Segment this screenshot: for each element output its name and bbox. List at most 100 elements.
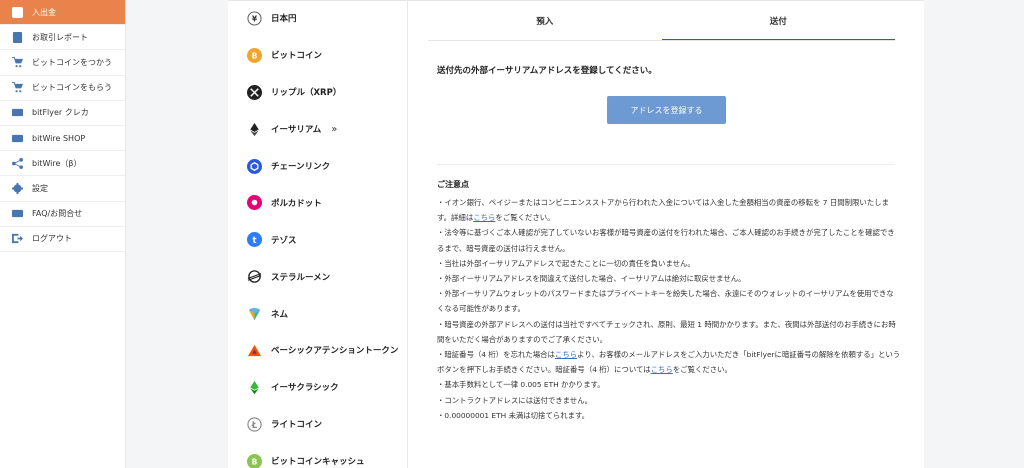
logout-icon <box>12 233 23 244</box>
currency-label: イーサクラシック <box>271 383 339 394</box>
currency-item-xrp[interactable]: リップル（XRP） <box>228 74 407 111</box>
notes-title: ご注意点 <box>437 180 469 189</box>
currency-item-xtz[interactable]: t テゾス <box>228 221 407 258</box>
tab-deposit[interactable]: 預入 <box>428 0 662 41</box>
currency-label: ネム <box>271 309 289 320</box>
sidebar-item-report[interactable]: お取引レポート <box>0 25 125 51</box>
note-line: ・法令等に基づくご本人確認が完了していないお客様が暗号資産の送付を行われた場合、… <box>437 228 895 253</box>
currency-item-jpy[interactable]: ¥ 日本円 <box>228 0 407 37</box>
note-line: ・外部イーサリアムウォレットのパスワードまたはプライベートキーを紛失した場合、永… <box>437 289 894 314</box>
sidebar-item-logout[interactable]: ログアウト <box>0 227 125 252</box>
currency-label: チェーンリンク <box>271 162 331 172</box>
sidebar-item-label: bitFlyer クレカ <box>32 108 89 118</box>
svg-text:t: t <box>252 235 256 245</box>
litecoin-icon: Ł <box>247 417 262 432</box>
cart-icon <box>12 56 23 68</box>
report-icon <box>12 31 23 43</box>
currency-label: ポルカドット <box>271 198 322 209</box>
sidebar-item-credit-card[interactable]: bitFlyer クレカ <box>0 101 125 126</box>
card-icon <box>12 107 23 118</box>
currency-label: ビットコイン <box>271 51 323 62</box>
currency-label: 日本円 <box>271 14 297 25</box>
sidebar-item-faq[interactable]: FAQ/お問合せ <box>0 202 125 227</box>
svg-text:B: B <box>252 457 258 466</box>
note-line: ・基本手数料として一律 0.005 ETH かかります。 <box>437 380 605 390</box>
yen-circle-icon: ¥ <box>247 11 262 26</box>
send-content: 預入 送付 送付先の外部イーサリアムアドレスを登録してください。 アドレスを登録… <box>408 0 924 468</box>
notes-list: ・イオン銀行、ペイジーまたはコンビニエンスストアから行われた入金については入金し… <box>437 195 901 423</box>
sidebar-item-label: お取引レポート <box>32 32 88 42</box>
currency-label: テゾス <box>271 235 297 246</box>
gear-icon <box>12 182 23 194</box>
selected-arrow-icon: » <box>331 123 338 135</box>
register-address-button[interactable]: アドレスを登録する <box>607 96 726 124</box>
currency-list: ¥ 日本円 B ビットコイン リップル（XRP） イーサリアム » チェーンリン… <box>228 0 407 468</box>
note-line: ・イオン銀行、ペイジーまたはコンビニエンスストアから行われた入金については入金し… <box>437 195 901 225</box>
currency-item-bat[interactable]: ベーシックアテンショントークン <box>228 332 407 369</box>
note-line: ・暗証番号（4 桁）を忘れた場合はこちらより、お客様のメールアドレスをご入力いた… <box>437 347 901 377</box>
note-line: ・0.00000001 ETH 未満は切捨てられます。 <box>437 410 590 420</box>
currency-label: イーサリアム <box>271 125 322 136</box>
currency-item-bch[interactable]: B ビットコインキャッシュ <box>228 443 407 468</box>
note-text: をご覧ください。 <box>495 213 555 223</box>
pin-info-link[interactable]: こちら <box>651 365 673 374</box>
svg-text:B: B <box>252 51 258 60</box>
share-icon <box>12 157 23 169</box>
bitcoin-cash-icon: B <box>247 453 262 468</box>
mail-icon <box>12 208 23 219</box>
note-line: ・当社は外部イーサリアムアドレスで起きたことに一切の責任を負いません。 <box>437 258 695 268</box>
currency-item-dot[interactable]: ポルカドット <box>228 184 407 221</box>
pin-reset-link[interactable]: こちら <box>555 350 577 359</box>
bat-icon <box>247 343 262 358</box>
currency-item-link[interactable]: チェーンリンク <box>228 148 407 185</box>
note-line: ・コントラクトアドレスには送付できません。 <box>437 395 592 405</box>
currency-item-xlm[interactable]: ステラルーメン <box>228 258 407 295</box>
nem-icon <box>247 306 262 321</box>
sidebar-item-use-bitcoin[interactable]: ビットコインをつかう <box>0 50 125 76</box>
xrp-icon <box>247 84 262 100</box>
sidebar-item-label: 入出金 <box>32 7 56 17</box>
note-text: ・暗証番号（4 桁）を忘れた場合は <box>437 350 555 360</box>
sidebar-item-label: ビットコインをつかう <box>32 57 112 67</box>
polkadot-icon <box>247 195 262 211</box>
sidebar-item-get-bitcoin[interactable]: ビットコインをもらう <box>0 76 125 101</box>
sidebar: 入出金 お取引レポート ビットコインをつかう ビットコインをもらう bitFly… <box>0 0 126 468</box>
currency-item-eth[interactable]: イーサリアム » <box>228 111 407 148</box>
sidebar-item-label: ビットコインをもらう <box>32 83 112 93</box>
shop-icon <box>12 133 23 144</box>
sidebar-item-settings[interactable]: 設定 <box>0 176 125 202</box>
main-panel: ¥ 日本円 B ビットコイン リップル（XRP） イーサリアム » チェーンリン… <box>228 0 924 468</box>
sidebar-item-label: 設定 <box>32 183 48 193</box>
sidebar-item-shop[interactable]: bitWire SHOP <box>0 126 125 152</box>
note-line: ・外部イーサリアムアドレスを間違えて送付した場合、イーサリアムは絶対に取戻せませ… <box>437 274 746 284</box>
ethereum-icon <box>247 122 262 137</box>
tab-bar: 預入 送付 <box>428 0 895 41</box>
sidebar-item-label: bitWire SHOP <box>32 133 86 143</box>
ethereum-classic-icon <box>247 380 262 395</box>
currency-item-xem[interactable]: ネム <box>228 295 407 332</box>
stellar-icon <box>247 269 262 284</box>
section-divider <box>437 164 895 165</box>
note-text: をご覧ください。 <box>672 365 732 375</box>
sidebar-item-label: ログアウト <box>32 234 72 244</box>
tab-send[interactable]: 送付 <box>661 0 896 41</box>
details-link[interactable]: こちら <box>473 213 495 222</box>
currency-label: ベーシックアテンショントークン <box>271 346 399 357</box>
currency-label: ステラルーメン <box>271 272 331 283</box>
currency-item-etc[interactable]: イーサクラシック <box>228 369 407 406</box>
currency-label: ビットコインキャッシュ <box>271 457 365 468</box>
sidebar-item-bitwire[interactable]: bitWire（β） <box>0 151 125 177</box>
currency-item-btc[interactable]: B ビットコイン <box>228 37 407 74</box>
cart-plus-icon <box>12 82 23 93</box>
chainlink-icon <box>247 158 262 174</box>
sidebar-item-deposit-withdraw[interactable]: 入出金 <box>0 0 125 26</box>
svg-text:¥: ¥ <box>252 14 258 23</box>
currency-label: ライトコイン <box>271 420 323 431</box>
yen-icon <box>12 6 23 18</box>
tab-underline <box>428 40 895 41</box>
sidebar-item-label: bitWire（β） <box>32 158 82 168</box>
currency-item-ltc[interactable]: Ł ライトコイン <box>228 406 407 443</box>
note-line: ・暗号資産の外部アドレスへの送付は当社ですべてチェックされ、原則、最短 1 時間… <box>437 319 896 344</box>
tezos-icon: t <box>247 232 262 248</box>
send-instruction: 送付先の外部イーサリアムアドレスを登録してください。 <box>437 66 657 76</box>
